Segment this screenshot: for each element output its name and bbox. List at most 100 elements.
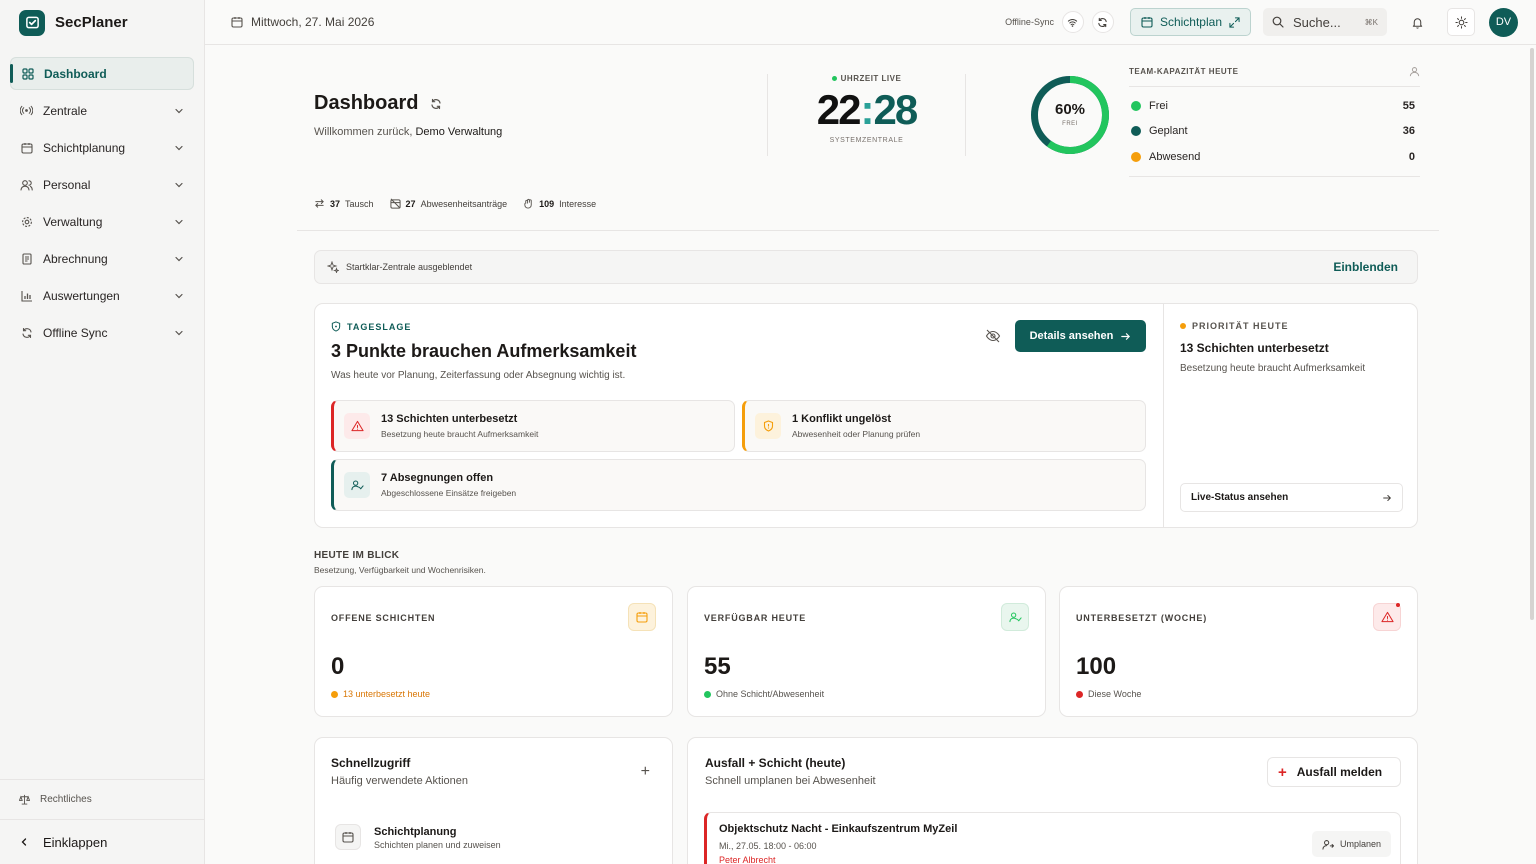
wifi-icon	[1068, 18, 1078, 27]
kpi-verfuegbar-heute[interactable]: VERFÜGBAR HEUTE 55 Ohne Schicht/Abwesenh…	[687, 586, 1046, 717]
capacity-label: Frei	[1149, 99, 1168, 112]
clock-hours: 22	[816, 86, 862, 133]
clock-separator: :	[860, 86, 875, 133]
stat-tausch[interactable]: 37 Tausch	[314, 198, 374, 209]
sidebar-item-zentrale[interactable]: Zentrale	[10, 94, 194, 127]
sidebar-item-auswertungen[interactable]: Auswertungen	[10, 279, 194, 312]
kpi-subtitle-text: Diese Woche	[1088, 689, 1142, 699]
overview-subtitle: Besetzung, Verfügbarkeit und Wochenrisik…	[314, 565, 486, 575]
search-shortcut: ⌘K	[1364, 17, 1378, 27]
sidebar-item-label: Personal	[43, 177, 91, 192]
alert-unterbesetzt[interactable]: 13 Schichten unterbesetzt Besetzung heut…	[331, 400, 735, 452]
quick-item-schichtplanung[interactable]: Schichtplanung Schichten planen und zuwe…	[335, 824, 501, 850]
sync-icon	[20, 326, 33, 339]
chevron-down-icon	[175, 256, 183, 261]
refresh-icon[interactable]	[430, 98, 442, 110]
sidebar-item-offline-sync[interactable]: Offline Sync	[10, 316, 194, 349]
notification-dot	[1396, 603, 1400, 607]
chevron-down-icon	[175, 293, 183, 298]
capacity-label: Geplant	[1149, 125, 1188, 138]
eye-off-icon[interactable]	[985, 328, 1001, 344]
refresh-icon	[1098, 17, 1108, 27]
team-capacity: TEAM-KAPAZITÄT HEUTE Frei 55 Geplant 36 …	[1129, 64, 1420, 177]
legal-link[interactable]: Rechtliches	[0, 779, 204, 819]
priority-eyebrow: PRIORITÄT HEUTE	[1180, 321, 1289, 331]
search-input[interactable]: Suche... ⌘K	[1263, 8, 1387, 36]
collapse-button[interactable]: Einklappen	[0, 819, 204, 864]
alert-absegnungen[interactable]: 7 Absegnungen offen Abgeschlossene Einsä…	[331, 459, 1146, 511]
alert-title: 1 Konflikt ungelöst	[792, 413, 891, 425]
welcome-user: Demo Verwaltung	[415, 126, 503, 138]
sidebar-item-personal[interactable]: Personal	[10, 168, 194, 201]
user-icon[interactable]	[1409, 66, 1420, 77]
date-label: Mittwoch, 27. Mai 2026	[251, 15, 375, 29]
gear-icon	[20, 215, 33, 228]
kpi-subtitle: 13 unterbesetzt heute	[331, 689, 430, 699]
logo-icon	[19, 9, 45, 36]
live-status-button[interactable]: Live-Status ansehen	[1180, 483, 1403, 512]
schichtplan-button[interactable]: Schichtplan	[1129, 8, 1251, 36]
shield-icon	[331, 321, 341, 332]
scrollbar[interactable]	[1530, 48, 1534, 620]
sidebar-item-abrechnung[interactable]: Abrechnung	[10, 242, 194, 275]
notifications-button[interactable]	[1403, 8, 1431, 36]
ausfall-melden-button[interactable]: + Ausfall melden	[1267, 757, 1401, 787]
alert-subtitle: Abwesenheit oder Planung prüfen	[792, 429, 921, 439]
capacity-row-abwesend: Abwesend 0	[1129, 144, 1420, 170]
alert-text: 7 Absegnungen offen Abgeschlossene Einsä…	[381, 472, 516, 498]
divider	[965, 74, 966, 156]
kpi-label: UNTERBESETZT (WOCHE)	[1076, 613, 1207, 623]
sidebar-item-schichtplanung[interactable]: Schichtplanung	[10, 131, 194, 164]
chevron-left-icon	[21, 838, 27, 846]
sidebar-item-label: Auswertungen	[43, 288, 120, 303]
add-quick-action-button[interactable]: +	[641, 763, 650, 781]
user-avatar[interactable]: DV	[1489, 7, 1518, 37]
details-button[interactable]: Details ansehen	[1015, 320, 1146, 352]
kpi-label: VERFÜGBAR HEUTE	[704, 613, 807, 623]
expand-icon	[1229, 16, 1240, 28]
kpi-offene-schichten[interactable]: OFFENE SCHICHTEN 0 13 unterbesetzt heute	[314, 586, 673, 717]
donut-label: FREI	[1062, 121, 1078, 127]
sidebar-item-verwaltung[interactable]: Verwaltung	[10, 205, 194, 238]
quick-item-text: Schichtplanung Schichten planen und zuwe…	[374, 824, 501, 850]
kpi-subtitle-text: Ohne Schicht/Abwesenheit	[716, 689, 825, 699]
theme-toggle-button[interactable]	[1447, 8, 1475, 36]
umplanen-button[interactable]: Umplanen	[1311, 831, 1391, 857]
brand[interactable]: SecPlaner	[0, 0, 204, 45]
wifi-status-button[interactable]	[1061, 11, 1084, 33]
tageslage-main: TAGESLAGE 3 Punkte brauchen Aufmerksamke…	[315, 304, 1163, 527]
einblenden-button[interactable]: Einblenden	[1333, 260, 1398, 274]
tageslage-subtitle: Was heute vor Planung, Zeiterfassung ode…	[331, 370, 626, 381]
search-icon	[1272, 16, 1284, 28]
tageslage-eyebrow: TAGESLAGE	[331, 321, 411, 332]
legal-label: Rechtliches	[40, 794, 92, 805]
alert-subtitle: Abgeschlossene Einsätze freigeben	[381, 488, 517, 498]
shift-title: Objektschutz Nacht - Einkaufszentrum MyZ…	[719, 823, 958, 835]
alert-konflikt[interactable]: 1 Konflikt ungelöst Abwesenheit oder Pla…	[742, 400, 1146, 452]
shift-item[interactable]: Objektschutz Nacht - Einkaufszentrum MyZ…	[704, 812, 1401, 864]
arrow-right-icon	[1383, 494, 1392, 501]
sidebar-item-label: Verwaltung	[43, 214, 103, 229]
kpi-unterbesetzt-woche[interactable]: UNTERBESETZT (WOCHE) 100 Diese Woche	[1059, 586, 1418, 717]
sidebar-item-label: Abrechnung	[43, 251, 108, 266]
alert-title: 13 Schichten unterbesetzt	[381, 413, 518, 425]
collapse-label: Einklappen	[43, 834, 108, 850]
sync-button[interactable]	[1091, 11, 1114, 33]
status-dot	[331, 690, 338, 698]
calendar-icon	[1141, 17, 1153, 28]
donut-percentage: 60%	[1054, 101, 1086, 118]
stat-interesse[interactable]: 109 Interesse	[523, 198, 596, 209]
capacity-label: Abwesend	[1149, 150, 1201, 163]
section-divider	[297, 230, 1439, 231]
stat-value: 37	[330, 198, 341, 209]
sparkles-icon	[327, 261, 339, 273]
shift-time: Mi., 27.05. 18:00 - 06:00	[719, 841, 817, 851]
sidebar-item-label: Dashboard	[44, 66, 107, 81]
calendar-icon	[628, 603, 656, 631]
alert-text: 13 Schichten unterbesetzt Besetzung heut…	[381, 413, 538, 439]
stat-abwesenheitsantraege[interactable]: 27 Abwesenheitsanträge	[389, 198, 507, 209]
calendar-icon	[20, 141, 33, 154]
banner-text: Startklar-Zentrale ausgeblendet	[346, 262, 473, 272]
sidebar-item-dashboard[interactable]: Dashboard	[10, 57, 194, 90]
clock-minutes: 28	[873, 86, 919, 133]
